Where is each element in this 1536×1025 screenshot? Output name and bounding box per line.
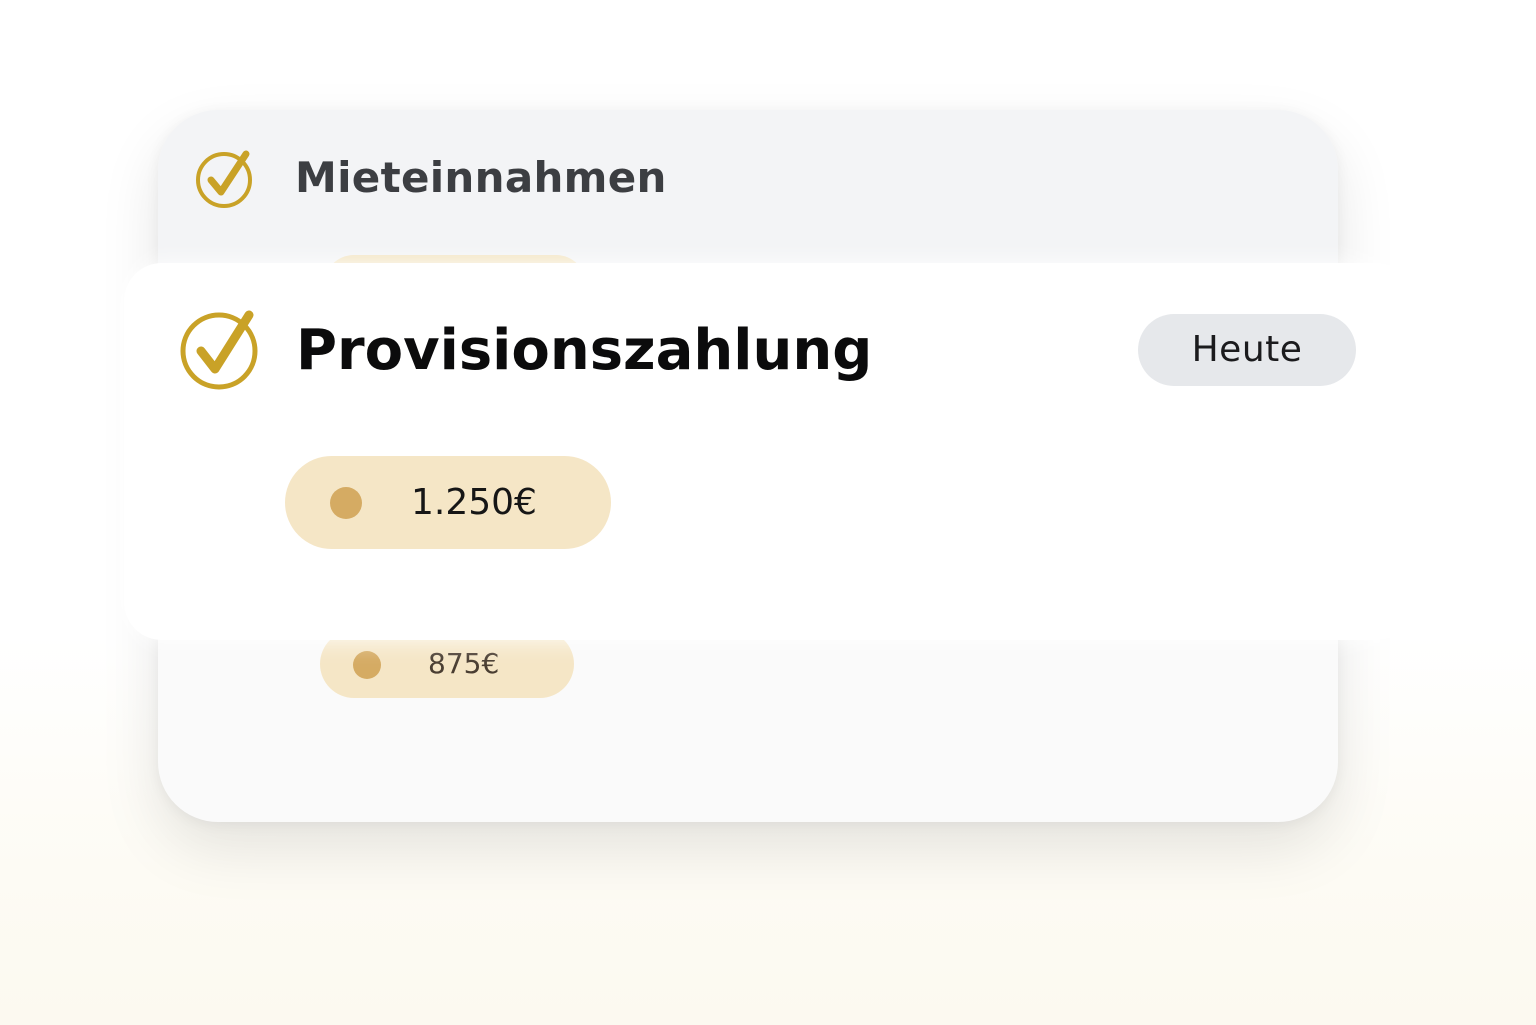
transaction-title: Provisionszahlung: [296, 318, 873, 383]
transaction-title: Mieteinnahmen: [295, 153, 667, 202]
status-dot: [353, 651, 381, 679]
amount-pill: 875€: [320, 630, 574, 698]
check-circle-icon: [196, 150, 252, 208]
transaction-card-provisionszahlung[interactable]: Provisionszahlung Heute 1.250€: [124, 263, 1414, 640]
status-dot: [330, 487, 362, 519]
date-badge: Heute: [1138, 314, 1356, 386]
amount-value: 1.250€: [411, 482, 537, 523]
amount-value: 875€: [428, 647, 500, 680]
amount-pill: 1.250€: [285, 456, 611, 549]
check-circle-icon: [180, 310, 258, 390]
